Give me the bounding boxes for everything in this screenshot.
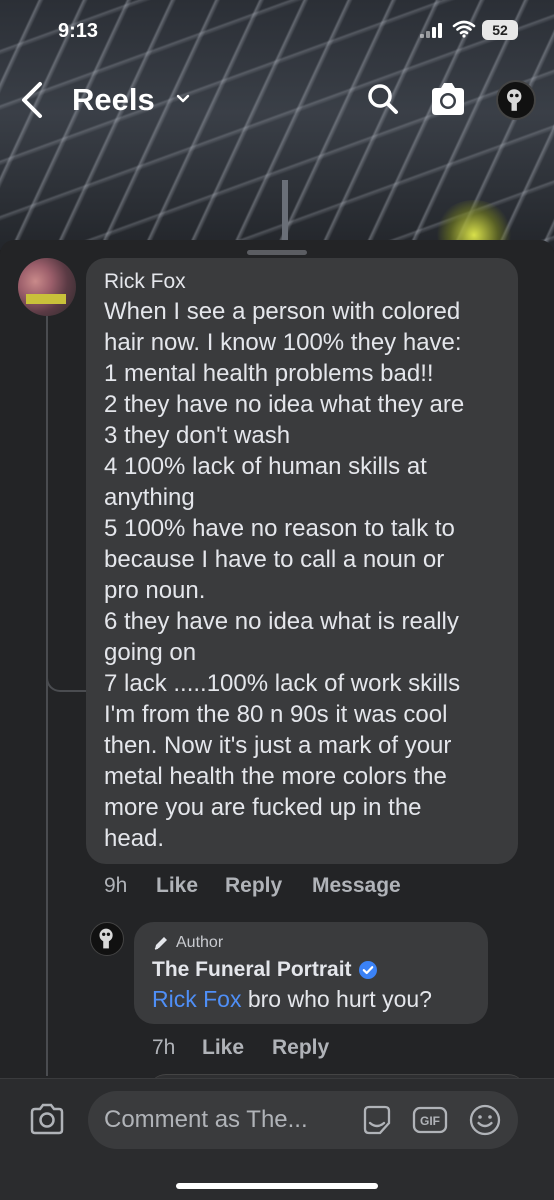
comment-line: 1 mental health problems bad!! — [104, 360, 434, 387]
sticker-icon[interactable] — [360, 1103, 394, 1137]
comment-line: When I see a person with colored — [104, 298, 461, 325]
comment-line: anything — [104, 484, 195, 511]
reply-body: bro who hurt you? — [241, 986, 432, 1012]
comment-text: When I see a person with colored hair no… — [104, 296, 502, 854]
comment-line: because I have to call a noun or — [104, 546, 445, 573]
reply-author-name[interactable]: The Funeral Portrait — [152, 958, 352, 982]
reply-bubble[interactable]: Author The Funeral Portrait Rick Fox bro… — [134, 922, 488, 1024]
reply-button[interactable]: Reply — [272, 1036, 329, 1060]
like-button[interactable]: Like — [156, 874, 198, 898]
reels-header: Reels — [0, 72, 554, 128]
author-badge-label: Author — [176, 934, 224, 951]
comment-input[interactable]: Comment as The... GIF — [88, 1091, 518, 1149]
author-badge: Author — [152, 932, 472, 954]
comment-line: metal health the more colors the — [104, 763, 447, 790]
reply-text: Rick Fox bro who hurt you? — [152, 986, 472, 1013]
like-button[interactable]: Like — [202, 1036, 244, 1060]
wifi-icon — [452, 20, 476, 38]
comment-line: hair now. I know 100% they have: — [104, 329, 462, 356]
comment-line: more you are fucked up in the — [104, 794, 422, 821]
mention-link[interactable]: Rick Fox — [152, 986, 241, 1012]
comment-line: head. — [104, 825, 165, 852]
comment-line: 7 lack .....100% lack of work skills — [104, 670, 461, 697]
verified-icon — [358, 961, 377, 979]
sheet-grabber[interactable] — [247, 250, 307, 255]
comment-line: 5 100% have no reason to talk to — [104, 515, 455, 542]
signal-icon — [420, 22, 442, 38]
camera-icon[interactable] — [428, 80, 468, 118]
status-bar: 9:13 52 — [0, 0, 554, 62]
comment-placeholder: Comment as The... — [104, 1106, 308, 1133]
status-time: 9:13 — [58, 20, 99, 42]
emoji-icon[interactable] — [468, 1103, 502, 1137]
comment-line: pro noun. — [104, 577, 206, 604]
skull-icon — [99, 928, 113, 949]
gif-icon[interactable]: GIF — [412, 1105, 448, 1135]
comment-time: 9h — [104, 874, 128, 897]
comment-line: 4 100% lack of human skills at — [104, 453, 427, 480]
battery-indicator: 52 — [482, 20, 518, 40]
page-title[interactable]: Reels — [72, 82, 155, 118]
skull-icon — [507, 89, 522, 111]
avatar[interactable] — [90, 922, 124, 956]
comment-composer: Comment as The... GIF — [0, 1078, 554, 1200]
video-pole — [282, 180, 288, 240]
thread-line — [46, 316, 48, 1076]
reply-author[interactable]: The Funeral Portrait — [152, 958, 472, 982]
reply-button[interactable]: Reply — [225, 874, 282, 898]
comment-line: 2 they have no idea what they are — [104, 391, 465, 418]
chevron-down-icon[interactable] — [175, 92, 191, 106]
avatar[interactable] — [18, 258, 76, 316]
profile-avatar[interactable] — [496, 80, 536, 120]
comment-line: then. Now it's just a mark of your — [104, 732, 452, 759]
thread-connector — [46, 670, 90, 692]
comment-line: I'm from the 80 n 90s it was cool — [104, 701, 448, 728]
comment-bubble[interactable]: Rick Fox When I see a person with colore… — [86, 258, 518, 864]
comment-line: 3 they don't wash — [104, 422, 291, 449]
reply-time: 7h — [152, 1036, 176, 1059]
comment-line: 6 they have no idea what is really — [104, 608, 459, 635]
home-indicator — [176, 1183, 378, 1189]
comment-line: going on — [104, 639, 197, 666]
back-icon[interactable] — [16, 78, 50, 122]
message-button[interactable]: Message — [312, 874, 401, 898]
pencil-icon — [154, 937, 167, 950]
svg-text:GIF: GIF — [420, 1114, 440, 1128]
search-icon[interactable] — [366, 82, 400, 116]
comment-author[interactable]: Rick Fox — [104, 270, 502, 294]
camera-icon[interactable] — [28, 1101, 66, 1137]
